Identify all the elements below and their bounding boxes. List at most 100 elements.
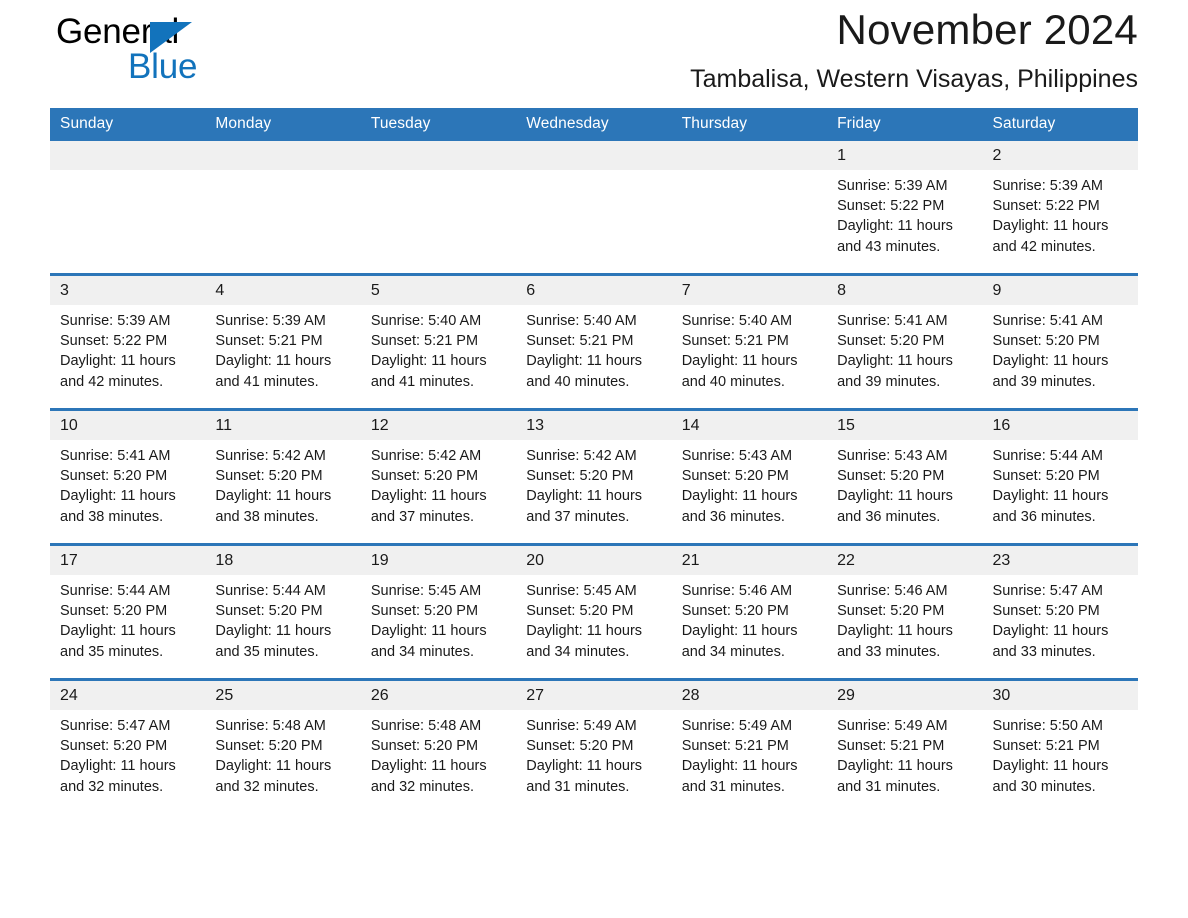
calendar-day-cell[interactable]: 3 Sunrise: 5:39 AM Sunset: 5:22 PM Daylight…	[50, 273, 206, 410]
day-details: Sunrise: 5:44 AM Sunset: 5:20 PM Daylight:…	[983, 440, 1138, 527]
calendar-day-cell[interactable]: 8 Sunrise: 5:41 AM Sunset: 5:20 PM Daylight…	[827, 273, 983, 410]
daylight-text: Daylight: 11 hours and 42 minutes.	[992, 218, 1109, 255]
day-number	[360, 141, 517, 170]
sunrise-text: Sunrise: 5:42 AM	[370, 448, 482, 464]
daylight-text: Daylight: 11 hours and 32 minutes.	[215, 758, 332, 795]
day-details: Sunrise: 5:43 AM Sunset: 5:20 PM Daylight:…	[827, 440, 982, 527]
title-block: November 2024 Tambalisa, Western Visayas…	[690, 0, 1138, 94]
sunrise-text: Sunrise: 5:44 AM	[215, 583, 326, 599]
day-number: 30	[982, 681, 1138, 710]
day-details: Sunrise: 5:42 AM Sunset: 5:20 PM Daylight:…	[516, 440, 671, 527]
daylight-text: Daylight: 11 hours and 30 minutes.	[992, 758, 1109, 795]
weekday-header-friday: Friday	[827, 108, 983, 141]
calendar-day-cell[interactable]: 7 Sunrise: 5:40 AM Sunset: 5:21 PM Daylight…	[671, 273, 828, 410]
calendar-day-cell[interactable]: 23 Sunrise: 5:47 AM Sunset: 5:20 PM Dayligh…	[982, 543, 1138, 680]
daylight-text: Daylight: 11 hours and 31 minutes.	[837, 758, 953, 795]
sunset-text: Sunset: 5:20 PM	[526, 468, 634, 485]
sunrise-text: Sunrise: 5:39 AM	[837, 178, 948, 194]
day-details: Sunrise: 5:47 AM Sunset: 5:20 PM Daylight:…	[983, 575, 1138, 662]
day-number	[205, 141, 361, 170]
calendar-day-cell[interactable]: 27 Sunrise: 5:49 AM Sunset: 5:20 PM Dayligh…	[516, 678, 672, 813]
calendar-day-cell[interactable]: 24 Sunrise: 5:47 AM Sunset: 5:20 PM Dayligh…	[50, 678, 206, 813]
sunrise-text: Sunrise: 5:49 AM	[681, 718, 793, 734]
day-number	[50, 141, 206, 170]
day-number: 19	[360, 546, 517, 575]
calendar-day-cell[interactable]: 26 Sunrise: 5:48 AM Sunset: 5:20 PM Dayligh…	[360, 678, 517, 813]
weekday-header-sunday: Sunday	[50, 108, 206, 141]
sunrise-text: Sunrise: 5:48 AM	[215, 718, 326, 734]
day-details: Sunrise: 5:41 AM Sunset: 5:20 PM Daylight:…	[983, 305, 1138, 392]
calendar-day-cell[interactable]: 20 Sunrise: 5:45 AM Sunset: 5:20 PM Dayligh…	[516, 543, 672, 680]
daylight-text: Daylight: 11 hours and 32 minutes.	[370, 758, 487, 795]
calendar-day-cell[interactable]: 13 Sunrise: 5:42 AM Sunset: 5:20 PM Dayligh…	[516, 408, 672, 545]
calendar-week-row: 1 Sunrise: 5:39 AM Sunset: 5:22 PM Daylight…	[50, 141, 1138, 275]
sunrise-text: Sunrise: 5:40 AM	[681, 313, 793, 329]
sunrise-text: Sunrise: 5:45 AM	[526, 583, 637, 599]
calendar-day-cell[interactable]: 30 Sunrise: 5:50 AM Sunset: 5:21 PM Dayligh…	[982, 678, 1138, 813]
day-number: 2	[982, 141, 1138, 170]
calendar-day-cell-empty	[205, 141, 361, 275]
calendar-day-cell[interactable]: 15 Sunrise: 5:43 AM Sunset: 5:20 PM Dayligh…	[827, 408, 983, 545]
day-number: 22	[827, 546, 983, 575]
sunset-text: Sunset: 5:22 PM	[837, 198, 945, 215]
calendar-day-cell[interactable]: 19 Sunrise: 5:45 AM Sunset: 5:20 PM Dayligh…	[360, 543, 517, 680]
calendar-day-cell[interactable]: 9 Sunrise: 5:41 AM Sunset: 5:20 PM Daylight…	[982, 273, 1138, 410]
daylight-text: Daylight: 11 hours and 41 minutes.	[215, 353, 332, 390]
calendar-day-cell[interactable]: 18 Sunrise: 5:44 AM Sunset: 5:20 PM Dayligh…	[205, 543, 361, 680]
calendar-day-cell[interactable]: 2 Sunrise: 5:39 AM Sunset: 5:22 PM Daylight…	[982, 141, 1138, 275]
day-details: Sunrise: 5:49 AM Sunset: 5:21 PM Daylight:…	[827, 710, 982, 797]
day-details: Sunrise: 5:40 AM Sunset: 5:21 PM Daylight:…	[361, 305, 516, 392]
sunrise-text: Sunrise: 5:40 AM	[370, 313, 482, 329]
calendar-day-cell[interactable]: 6 Sunrise: 5:40 AM Sunset: 5:21 PM Daylight…	[516, 273, 672, 410]
calendar-day-cell[interactable]: 14 Sunrise: 5:43 AM Sunset: 5:20 PM Dayligh…	[671, 408, 828, 545]
daylight-text: Daylight: 11 hours and 34 minutes.	[370, 623, 487, 660]
daylight-text: Daylight: 11 hours and 38 minutes.	[60, 488, 176, 525]
calendar-day-cell[interactable]: 10 Sunrise: 5:41 AM Sunset: 5:20 PM Dayligh…	[50, 408, 206, 545]
sunset-text: Sunset: 5:21 PM	[526, 333, 634, 350]
sunrise-text: Sunrise: 5:40 AM	[526, 313, 637, 329]
daylight-text: Daylight: 11 hours and 40 minutes.	[681, 353, 798, 390]
calendar-day-cell[interactable]: 29 Sunrise: 5:49 AM Sunset: 5:21 PM Dayligh…	[827, 678, 983, 813]
sunset-text: Sunset: 5:20 PM	[837, 333, 945, 350]
calendar-day-cell[interactable]: 4 Sunrise: 5:39 AM Sunset: 5:21 PM Daylight…	[205, 273, 361, 410]
weekday-header-wednesday: Wednesday	[516, 108, 672, 141]
day-number: 8	[827, 276, 983, 305]
calendar-day-cell-empty	[360, 141, 517, 275]
calendar-day-cell[interactable]: 21 Sunrise: 5:46 AM Sunset: 5:20 PM Dayligh…	[671, 543, 828, 680]
calendar-day-cell-empty	[50, 141, 206, 275]
calendar-day-cell[interactable]: 25 Sunrise: 5:48 AM Sunset: 5:20 PM Dayligh…	[205, 678, 361, 813]
brand-logo[interactable]: General Blue	[50, 8, 240, 88]
sunset-text: Sunset: 5:21 PM	[681, 738, 789, 755]
calendar-day-cell-empty	[671, 141, 828, 275]
sunrise-text: Sunrise: 5:46 AM	[681, 583, 793, 599]
day-number: 23	[982, 546, 1138, 575]
calendar-day-cell[interactable]: 17 Sunrise: 5:44 AM Sunset: 5:20 PM Dayligh…	[50, 543, 206, 680]
sunset-text: Sunset: 5:20 PM	[215, 603, 323, 620]
calendar-day-cell[interactable]: 5 Sunrise: 5:40 AM Sunset: 5:21 PM Daylight…	[360, 273, 517, 410]
weekday-header-thursday: Thursday	[671, 108, 828, 141]
sunrise-sunset-calendar: Sunday Monday Tuesday Wednesday Thursday Frid…	[50, 108, 1138, 813]
daylight-text: Daylight: 11 hours and 33 minutes.	[837, 623, 953, 660]
calendar-week-row: 10 Sunrise: 5:41 AM Sunset: 5:20 PM Dayligh…	[50, 408, 1138, 545]
day-details: Sunrise: 5:44 AM Sunset: 5:20 PM Daylight:…	[205, 575, 360, 662]
sunset-text: Sunset: 5:20 PM	[215, 738, 323, 755]
day-number: 1	[827, 141, 983, 170]
calendar-day-cell[interactable]: 22 Sunrise: 5:46 AM Sunset: 5:20 PM Dayligh…	[827, 543, 983, 680]
page-header: General Blue November 2024 Tambalisa, We…	[50, 0, 1138, 108]
day-details: Sunrise: 5:39 AM Sunset: 5:22 PM Daylight:…	[983, 170, 1138, 257]
sunset-text: Sunset: 5:20 PM	[837, 468, 945, 485]
calendar-day-cell[interactable]: 1 Sunrise: 5:39 AM Sunset: 5:22 PM Daylight…	[827, 141, 983, 275]
daylight-text: Daylight: 11 hours and 37 minutes.	[526, 488, 643, 525]
day-number: 25	[205, 681, 361, 710]
calendar-day-cell[interactable]: 12 Sunrise: 5:42 AM Sunset: 5:20 PM Dayligh…	[360, 408, 517, 545]
day-number: 13	[516, 411, 672, 440]
calendar-day-cell[interactable]: 11 Sunrise: 5:42 AM Sunset: 5:20 PM Dayligh…	[205, 408, 361, 545]
calendar-day-cell[interactable]: 16 Sunrise: 5:44 AM Sunset: 5:20 PM Dayligh…	[982, 408, 1138, 545]
daylight-text: Daylight: 11 hours and 34 minutes.	[681, 623, 798, 660]
calendar-day-cell-empty	[516, 141, 672, 275]
daylight-text: Daylight: 11 hours and 36 minutes.	[681, 488, 798, 525]
calendar-day-cell[interactable]: 28 Sunrise: 5:49 AM Sunset: 5:21 PM Dayligh…	[671, 678, 828, 813]
calendar-week-row: 3 Sunrise: 5:39 AM Sunset: 5:22 PM Daylight…	[50, 273, 1138, 410]
day-details: Sunrise: 5:49 AM Sunset: 5:21 PM Daylight:…	[672, 710, 827, 797]
daylight-text: Daylight: 11 hours and 35 minutes.	[215, 623, 332, 660]
